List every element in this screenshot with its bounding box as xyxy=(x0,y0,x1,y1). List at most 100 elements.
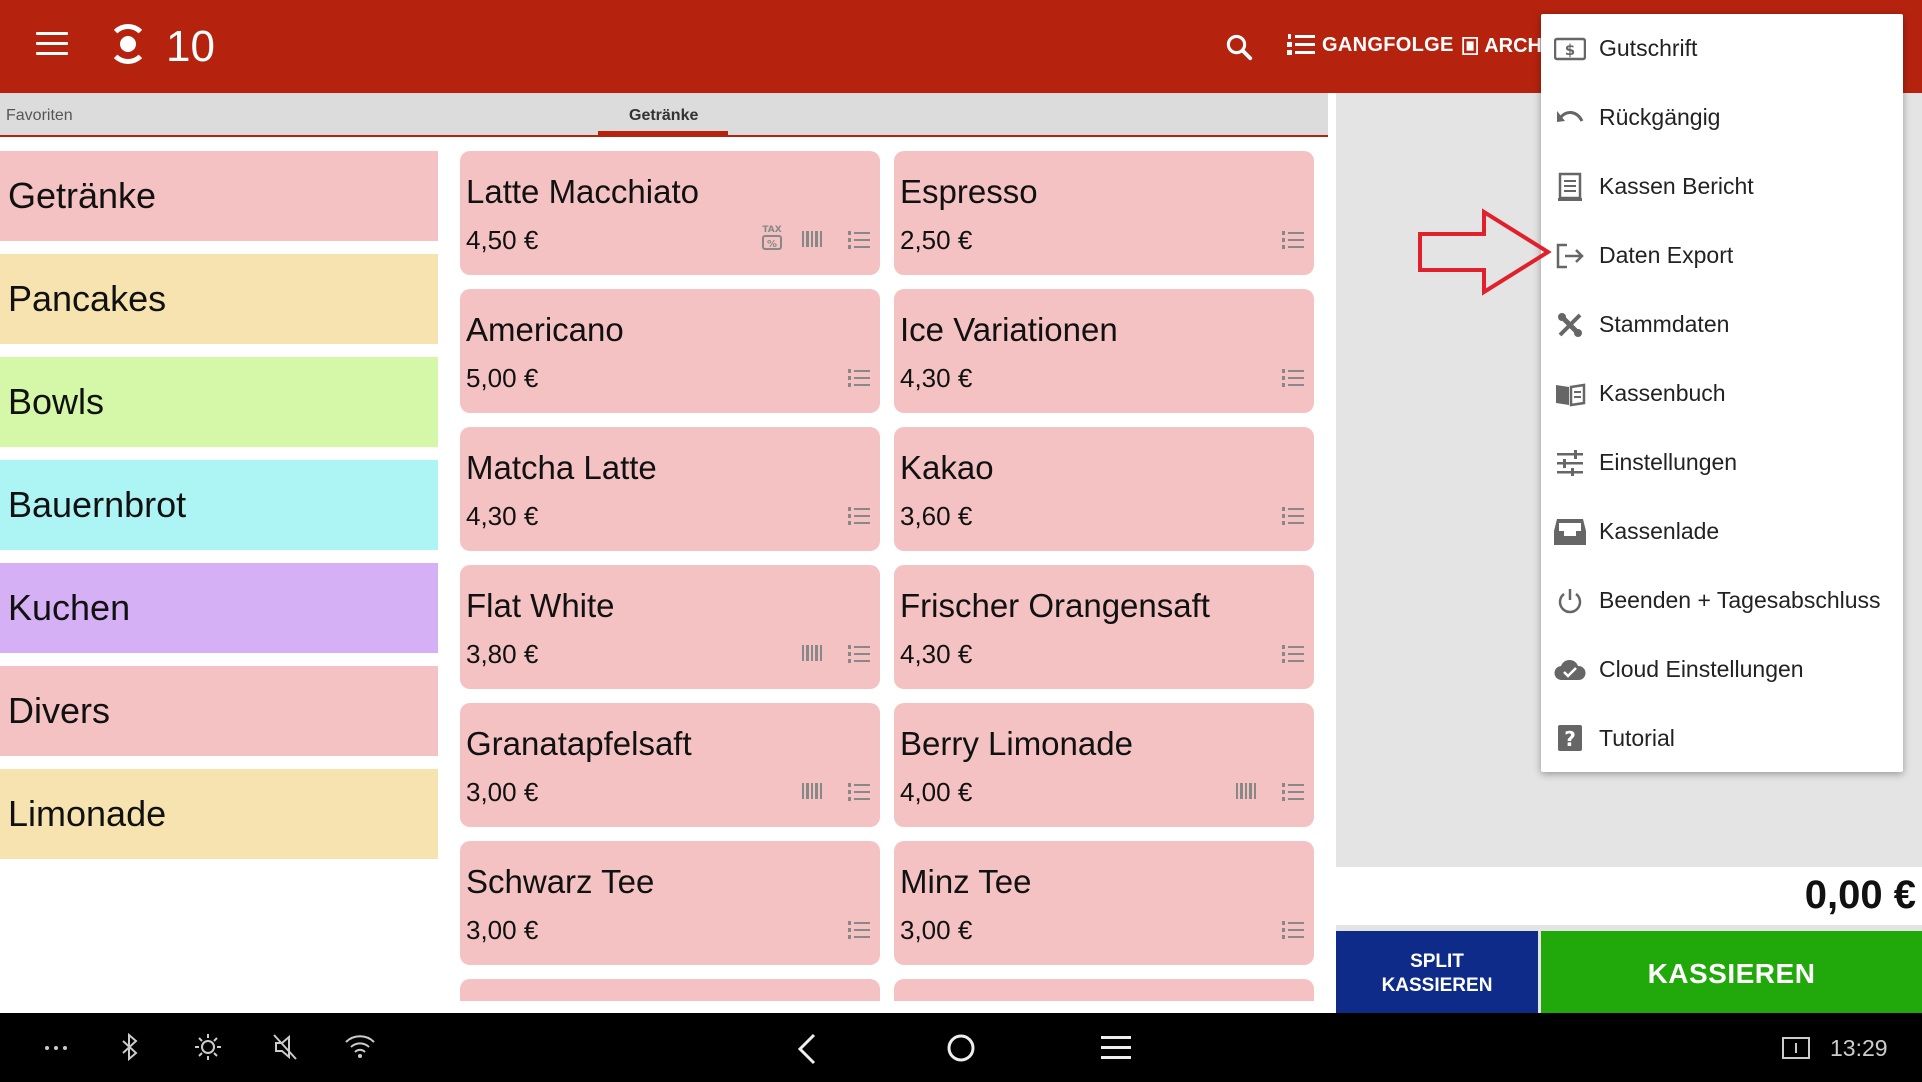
kassieren-button[interactable]: KASSIEREN xyxy=(1541,931,1922,1013)
product-tile[interactable] xyxy=(460,979,880,1001)
category-kuchen[interactable]: Kuchen xyxy=(0,563,438,653)
menu-item-label: Beenden + Tagesabschluss xyxy=(1599,587,1881,613)
barcode-icon xyxy=(802,783,824,804)
clock: 13:29 xyxy=(1830,1035,1888,1061)
product-tile[interactable]: Flat White 3,80 € xyxy=(460,565,880,689)
product-name: Espresso xyxy=(900,173,1038,210)
wifi-icon[interactable] xyxy=(344,1033,376,1059)
list-icon xyxy=(848,507,870,530)
product-tile[interactable]: Granatapfelsaft 3,00 € xyxy=(460,703,880,827)
list-icon xyxy=(1282,231,1304,254)
menu-item-beenden[interactable]: Beenden + Tagesabschluss xyxy=(1541,566,1903,635)
menu-item-label: Tutorial xyxy=(1599,725,1675,751)
cloud-icon xyxy=(1553,653,1587,687)
menu-item-kassen-bericht[interactable]: Kassen Bericht xyxy=(1541,152,1903,221)
product-name: Kakao xyxy=(900,449,994,486)
export-icon xyxy=(1553,239,1587,273)
app-logo-icon xyxy=(108,24,148,64)
category-list: Getränke Pancakes Bowls Bauernbrot Kuche… xyxy=(0,151,438,872)
product-tile[interactable]: Espresso 2,50 € xyxy=(894,151,1314,275)
table-number: 10 xyxy=(166,22,215,71)
book-icon xyxy=(1553,377,1587,411)
product-name: Frischer Orangensaft xyxy=(900,587,1210,624)
list-icon xyxy=(1282,783,1304,806)
menu-item-label: Einstellungen xyxy=(1599,449,1738,475)
svg-text:TAX: TAX xyxy=(762,225,781,235)
product-tile[interactable]: Kakao 3,60 € xyxy=(894,427,1314,551)
product-tile[interactable]: Americano 5,00 € xyxy=(460,289,880,413)
menu-item-kassenlade[interactable]: Kassenlade xyxy=(1541,497,1903,566)
list-icon xyxy=(848,369,870,392)
bluetooth-icon[interactable] xyxy=(120,1033,140,1061)
drawer-icon xyxy=(1553,515,1587,549)
tools-icon xyxy=(1553,308,1587,342)
menu-item-gutschrift[interactable]: $ Gutschrift xyxy=(1541,14,1903,83)
list-icon xyxy=(848,645,870,668)
overflow-menu: $ Gutschrift Rückgängig Kassen Bericht D… xyxy=(1541,14,1903,772)
product-name: Americano xyxy=(466,311,624,348)
product-price: 3,00 € xyxy=(466,915,539,945)
voucher-icon: $ xyxy=(1553,32,1587,66)
menu-item-einstellungen[interactable]: Einstellungen xyxy=(1541,428,1903,497)
menu-item-daten-export[interactable]: Daten Export xyxy=(1541,221,1903,290)
menu-item-cloud-einstellungen[interactable]: Cloud Einstellungen xyxy=(1541,635,1903,704)
category-bowls[interactable]: Bowls xyxy=(0,357,438,447)
tab-favoriten[interactable]: Favoriten xyxy=(6,107,73,125)
product-name: Latte Macchiato xyxy=(466,173,699,210)
product-tile[interactable]: Latte Macchiato 4,50 € TAX% xyxy=(460,151,880,275)
tab-getraenke[interactable]: Getränke xyxy=(629,107,698,125)
product-tile[interactable]: Frischer Orangensaft 4,30 € xyxy=(894,565,1314,689)
product-name: Ice Variationen xyxy=(900,311,1118,348)
volume-mute-icon[interactable] xyxy=(272,1033,298,1061)
screen-icon[interactable] xyxy=(1782,1037,1810,1059)
product-tile[interactable]: Schwarz Tee 3,00 € xyxy=(460,841,880,965)
menu-item-label: Daten Export xyxy=(1599,242,1734,268)
menu-item-label: Kassenlade xyxy=(1599,518,1720,544)
menu-item-label: Gutschrift xyxy=(1599,35,1698,61)
product-name: Schwarz Tee xyxy=(466,863,655,900)
product-price: 4,50 € xyxy=(466,225,539,255)
product-tile[interactable]: Minz Tee 3,00 € xyxy=(894,841,1314,965)
menu-item-label: Kassenbuch xyxy=(1599,380,1726,406)
category-limonade[interactable]: Limonade xyxy=(0,769,438,859)
menu-item-tutorial[interactable]: ? Tutorial xyxy=(1541,704,1903,773)
numbered-list-icon xyxy=(1287,34,1315,55)
barcode-icon xyxy=(1236,783,1258,804)
archiv-button[interactable]: ARCH xyxy=(1462,30,1542,62)
product-grid: Latte Macchiato 4,50 € TAX% Espresso 2,50 € A… xyxy=(460,151,1330,1001)
category-getraenke[interactable]: Getränke xyxy=(0,151,438,241)
gangfolge-button[interactable]: GANGFOLGE xyxy=(1286,32,1454,58)
menu-item-stammdaten[interactable]: Stammdaten xyxy=(1541,290,1903,359)
recents-icon[interactable] xyxy=(1100,1033,1132,1061)
product-price: 5,00 € xyxy=(466,363,539,393)
svg-text:?: ? xyxy=(1564,727,1576,751)
system-navigation-bar: 13:29 xyxy=(0,1013,1922,1082)
split-kassieren-button[interactable]: SPLIT KASSIEREN xyxy=(1336,931,1538,1013)
power-icon xyxy=(1553,584,1587,618)
list-icon xyxy=(848,921,870,944)
list-icon xyxy=(1282,507,1304,530)
product-price: 3,80 € xyxy=(466,639,539,669)
menu-item-kassenbuch[interactable]: Kassenbuch xyxy=(1541,359,1903,428)
tab-bar: Favoriten Getränke xyxy=(0,93,1328,137)
brightness-icon[interactable] xyxy=(194,1033,222,1061)
product-tile[interactable]: Ice Variationen 4,30 € xyxy=(894,289,1314,413)
list-icon xyxy=(848,783,870,806)
product-tile[interactable] xyxy=(894,979,1314,1001)
category-pancakes[interactable]: Pancakes xyxy=(0,254,438,344)
active-tab-indicator xyxy=(598,131,728,135)
more-icon[interactable] xyxy=(44,1045,68,1051)
barcode-icon xyxy=(802,645,824,666)
product-tile[interactable]: Matcha Latte 4,30 € xyxy=(460,427,880,551)
category-bauernbrot[interactable]: Bauernbrot xyxy=(0,460,438,550)
category-divers[interactable]: Divers xyxy=(0,666,438,756)
home-icon[interactable] xyxy=(946,1033,976,1063)
product-price: 3,00 € xyxy=(466,777,539,807)
search-icon[interactable] xyxy=(1224,32,1254,62)
product-name: Minz Tee xyxy=(900,863,1032,900)
product-tile[interactable]: Berry Limonade 4,00 € xyxy=(894,703,1314,827)
menu-icon[interactable] xyxy=(36,32,68,56)
list-icon xyxy=(1282,921,1304,944)
back-icon[interactable] xyxy=(796,1033,818,1065)
menu-item-rueckgaengig[interactable]: Rückgängig xyxy=(1541,83,1903,152)
